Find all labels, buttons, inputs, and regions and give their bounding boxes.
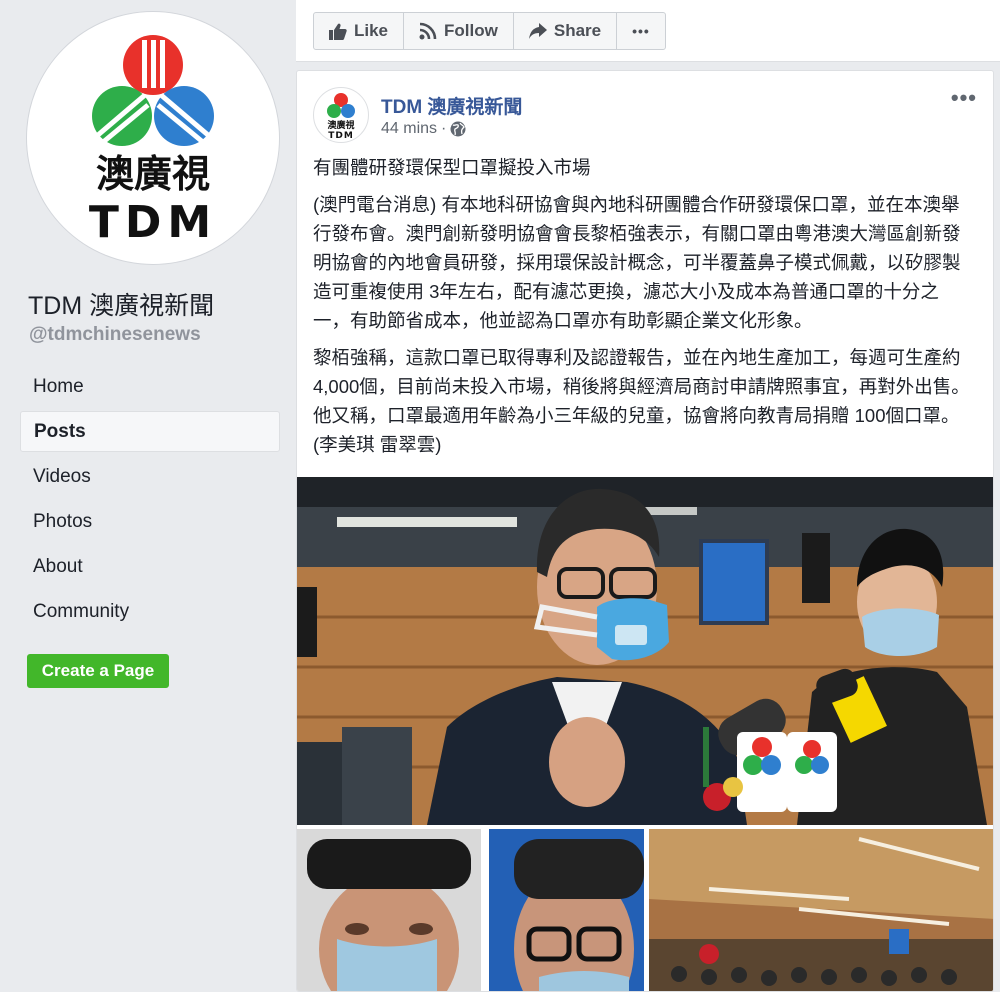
post-meta: 44 mins · (381, 120, 466, 138)
more-icon: ••• (632, 23, 650, 39)
main-column: Like Follow Share ••• 澳廣視 TDM TDM 澳廣視新聞 … (296, 0, 1000, 992)
follow-label: Follow (444, 21, 498, 40)
post-paragraph: (澳門電台消息) 有本地科研協會與內地科研團體合作研發環保口罩，並在本澳舉行發布… (313, 194, 961, 331)
like-label: Like (354, 21, 389, 40)
nav-item-videos[interactable]: Videos (20, 456, 280, 497)
post-timestamp[interactable]: 44 mins (381, 120, 437, 138)
post-card: 澳廣視 TDM TDM 澳廣視新聞 44 mins · ••• 有團體研發環保型… (296, 70, 994, 992)
post-author-name[interactable]: TDM 澳廣視新聞 (381, 92, 522, 119)
post-options-icon[interactable]: ••• (951, 85, 977, 111)
left-sidebar: 澳廣視 TDM TDM 澳廣視新聞 @tdmchinesenews Home P… (0, 0, 296, 992)
avatar-cn-text: 澳廣視 (327, 119, 354, 131)
nav-item-community[interactable]: Community (20, 591, 280, 632)
globe-icon[interactable] (450, 121, 466, 137)
post-main-photo[interactable] (297, 477, 993, 825)
photo-thumbnail[interactable] (649, 829, 993, 991)
page-handle[interactable]: @tdmchinesenews (29, 324, 201, 346)
thumbnail-image (489, 829, 644, 991)
like-button[interactable]: Like (314, 13, 405, 49)
tdm-logo: 澳廣視 TDM (89, 35, 217, 248)
photo-thumbnail[interactable] (489, 829, 644, 991)
more-options-button[interactable]: ••• (617, 13, 665, 49)
page-title[interactable]: TDM 澳廣視新聞 (28, 286, 214, 322)
nav-item-posts[interactable]: Posts (20, 411, 280, 452)
rss-icon (419, 22, 437, 40)
page-profile-picture[interactable]: 澳廣視 TDM (27, 12, 279, 264)
photo-thumbnail[interactable] (297, 829, 481, 991)
thumbs-up-icon (329, 23, 347, 40)
post-headline: 有團體研發環保型口罩擬投入市場 (313, 157, 591, 178)
nav-item-photos[interactable]: Photos (20, 501, 280, 542)
post-photo-thumbnails (297, 829, 993, 991)
post-author-avatar[interactable]: 澳廣視 TDM (313, 87, 369, 143)
share-label: Share (553, 21, 602, 40)
logo-en-text: TDM (89, 197, 217, 248)
page-action-bar: Like Follow Share ••• (296, 0, 1000, 62)
page-nav: Home Posts Videos Photos About Community (20, 366, 280, 636)
action-button-group: Like Follow Share ••• (313, 12, 666, 50)
share-arrow-icon (528, 23, 547, 39)
follow-button[interactable]: Follow (404, 13, 514, 49)
thumbnail-image (649, 829, 993, 991)
avatar-en-text: TDM (328, 131, 354, 141)
post-text: 有團體研發環保型口罩擬投入市場 (澳門電台消息) 有本地科研協會與內地科研團體合… (313, 153, 975, 467)
post-paragraph: 黎栢強稱，這款口罩已取得專利及認證報告，並在內地生產加工，每週可生產約 4,00… (313, 347, 970, 455)
press-conference-photo (297, 477, 993, 825)
share-button[interactable]: Share (514, 13, 618, 49)
nav-item-about[interactable]: About (20, 546, 280, 587)
create-page-button[interactable]: Create a Page (27, 654, 169, 688)
meta-separator: · (441, 120, 447, 137)
nav-item-home[interactable]: Home (20, 366, 280, 407)
thumbnail-image (297, 829, 481, 991)
logo-cn-text: 澳廣視 (96, 152, 210, 196)
tdm-logo-small: 澳廣視 TDM (327, 93, 355, 141)
